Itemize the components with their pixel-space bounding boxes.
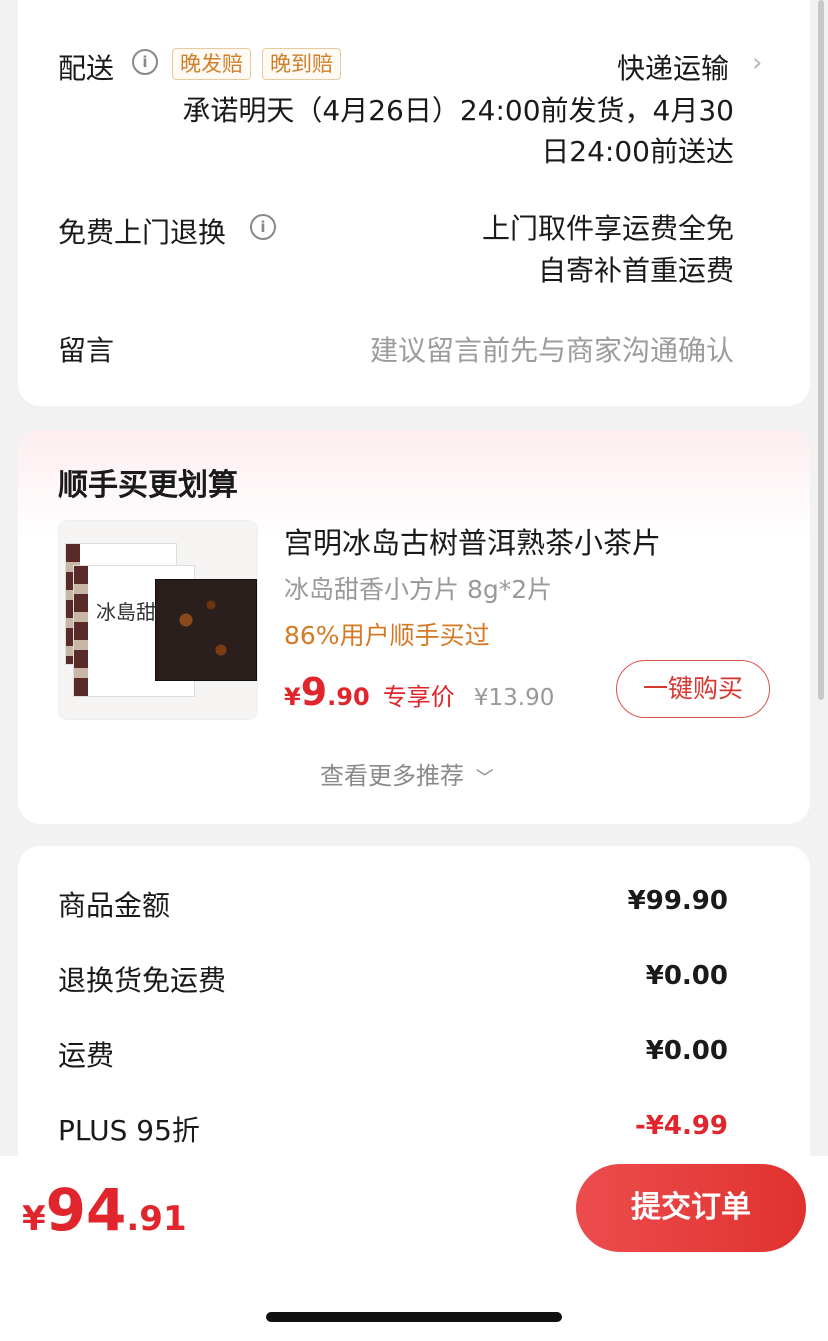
fee-label-return-shipping: 退换货免运费 <box>58 964 227 997</box>
info-icon[interactable]: i <box>250 214 276 240</box>
delivery-promise-line1: 承诺明天（4月26日）24:00前发货，4月30 <box>182 94 734 127</box>
fee-value-return-shipping: ¥0.00 <box>645 961 728 991</box>
product-spec: 冰岛甜香小方片 8g*2片 <box>284 575 553 604</box>
checkout-footer: ¥94.91 提交订单 <box>0 1156 828 1341</box>
chevron-right-icon[interactable]: › <box>752 48 762 78</box>
bought-percentage: 86%用户顺手买过 <box>284 621 490 650</box>
price-integer: 9 <box>300 670 328 714</box>
late-arrival-compensation-tag: 晚到赔 <box>262 48 341 80</box>
returns-line2: 自寄补首重运费 <box>537 254 734 287</box>
original-price: ¥13.90 <box>473 685 555 711</box>
price-label: 专享价 <box>382 683 455 711</box>
total-currency: ¥ <box>22 1199 46 1239</box>
product-image-text: 冰島甜 <box>96 600 156 624</box>
delivery-method[interactable]: 快递运输 <box>617 47 729 87</box>
fee-label-goods: 商品金额 <box>58 889 171 922</box>
price-decimal: .90 <box>327 683 370 711</box>
fee-label-plus-discount: PLUS 95折 <box>58 1114 200 1147</box>
fee-label-shipping: 运费 <box>58 1039 115 1072</box>
one-click-buy-button[interactable]: 一键购买 <box>616 660 770 718</box>
fees-card: 商品金额 ¥99.90 退换货免运费 ¥0.00 运费 ¥0.00 PLUS 9… <box>18 846 810 1206</box>
chevron-down-icon: ﹀ <box>475 768 494 789</box>
upsell-title: 顺手买更划算 <box>58 468 238 503</box>
message-input[interactable]: 建议留言前先与商家沟通确认 <box>370 329 734 369</box>
returns-line1: 上门取件享运费全免 <box>481 212 734 245</box>
delivery-label: 配送 <box>58 52 115 85</box>
home-indicator[interactable] <box>266 1312 562 1322</box>
info-icon[interactable]: i <box>132 49 158 75</box>
late-ship-compensation-tag: 晚发赔 <box>172 48 251 80</box>
fee-value-shipping: ¥0.00 <box>645 1036 728 1066</box>
submit-order-button[interactable]: 提交订单 <box>576 1164 806 1252</box>
order-info-card: 配送 i 晚发赔 晚到赔 快递运输 › 承诺明天（4月26日）24:00前发货，… <box>18 0 810 406</box>
delivery-promise-line2: 日24:00前送达 <box>541 135 734 168</box>
total-integer: 94 <box>45 1176 127 1244</box>
upsell-card: 顺手买更划算 冰島甜 宫明冰岛古树普洱熟茶小茶片 冰岛甜香小方片 8g*2片 8… <box>18 430 810 824</box>
product-price: ¥9.90 专享价 ¥13.90 <box>284 670 554 714</box>
message-label: 留言 <box>58 334 115 367</box>
total-decimal: .91 <box>126 1199 187 1239</box>
product-image[interactable]: 冰島甜 <box>58 520 258 720</box>
see-more-recommendations[interactable]: 查看更多推荐 ﹀ <box>320 756 494 791</box>
price-currency: ¥ <box>284 683 301 711</box>
returns-label: 免费上门退换 <box>58 216 227 249</box>
total-price: ¥94.91 <box>22 1176 187 1244</box>
fee-value-plus-discount: -¥4.99 <box>634 1111 728 1141</box>
see-more-label: 查看更多推荐 <box>320 762 464 790</box>
product-name[interactable]: 宫明冰岛古树普洱熟茶小茶片 <box>284 520 661 562</box>
fee-value-goods: ¥99.90 <box>627 886 728 916</box>
scrollbar[interactable] <box>818 0 824 700</box>
tea-cake-image <box>155 579 257 681</box>
